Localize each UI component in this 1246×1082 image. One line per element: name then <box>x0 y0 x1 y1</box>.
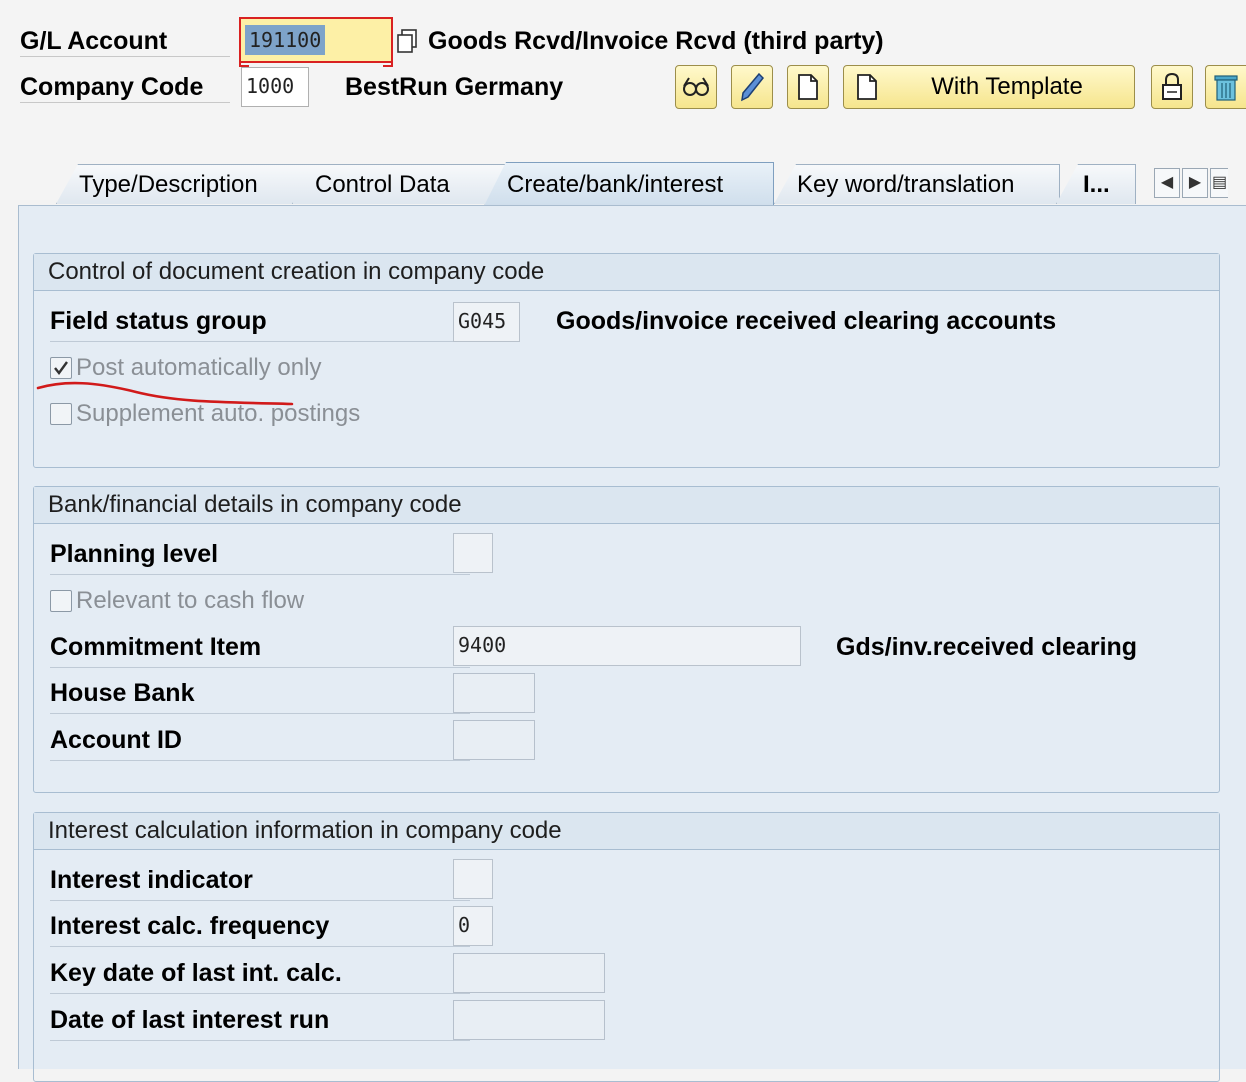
company-code-label: Company Code <box>20 72 230 103</box>
house-bank-input[interactable] <box>453 673 535 713</box>
house-bank-label: House Bank <box>50 673 470 714</box>
group-interest-calculation: Interest calculation information in comp… <box>33 812 1220 1082</box>
account-id-label: Account ID <box>50 720 470 761</box>
field-status-group-label: Field status group <box>50 301 470 342</box>
key-date-label: Key date of last int. calc. <box>50 953 470 994</box>
create-icon <box>798 74 818 100</box>
with-template-label: With Template <box>931 73 1083 100</box>
focus-bracket-right <box>383 17 393 67</box>
last-run-label: Date of last interest run <box>50 1000 470 1041</box>
tab-control-data[interactable]: Control Data <box>292 164 510 204</box>
tab-list-icon: ▤ <box>1211 174 1228 191</box>
lock-icon <box>1162 72 1182 100</box>
commitment-item-input[interactable]: 9400 <box>453 626 801 666</box>
tab-key-word-translation[interactable]: Key word/translation <box>774 164 1060 204</box>
tab-more[interactable]: I... <box>1056 164 1136 204</box>
commitment-item-label: Commitment Item <box>50 627 470 668</box>
post-automatically-label: Post automatically only <box>76 354 322 381</box>
chevron-left-icon: ◀ <box>1160 174 1174 191</box>
commitment-item-description: Gds/inv.received clearing <box>836 633 1138 661</box>
group-title: Interest calculation information in comp… <box>34 813 1219 850</box>
tab-label: Control Data <box>315 171 450 198</box>
group-title: Bank/financial details in company code <box>34 487 1219 524</box>
tab-label: Type/Description <box>79 171 258 198</box>
tab-content-panel: Control of document creation in company … <box>18 205 1246 1082</box>
post-automatically-checkbox[interactable] <box>50 357 72 379</box>
account-id-input[interactable] <box>453 720 535 760</box>
tab-list-button[interactable]: ▤ <box>1210 168 1228 198</box>
edit-icon <box>741 72 765 102</box>
interest-indicator-label: Interest indicator <box>50 860 470 901</box>
cash-flow-label: Relevant to cash flow <box>76 587 305 614</box>
delete-icon <box>1214 75 1238 101</box>
tab-label: Key word/translation <box>797 171 1015 198</box>
tab-scroll-left-button[interactable]: ◀ <box>1154 168 1180 198</box>
interest-indicator-input[interactable] <box>453 859 493 899</box>
checkmark-icon <box>54 361 68 375</box>
planning-level-input[interactable] <box>453 533 493 573</box>
tab-strip: Type/Description Control Data Create/ban… <box>18 160 1246 206</box>
gl-account-input[interactable]: 191100 <box>239 17 393 67</box>
company-name: BestRun Germany <box>345 73 564 101</box>
tab-label: I... <box>1083 171 1110 198</box>
field-status-group-input[interactable]: G045 <box>453 302 520 342</box>
create-template-icon <box>857 74 877 100</box>
red-underline-annotation <box>36 381 294 406</box>
calc-frequency-input[interactable]: 0 <box>453 906 493 946</box>
tab-create-bank-interest[interactable]: Create/bank/interest <box>484 162 774 206</box>
gl-account-value: 191100 <box>245 25 326 55</box>
display-change-button[interactable] <box>675 65 717 109</box>
calc-frequency-label: Interest calc. frequency <box>50 906 470 947</box>
lock-button[interactable] <box>1151 65 1193 109</box>
group-document-creation: Control of document creation in company … <box>33 253 1220 468</box>
gl-account-description: Goods Rcvd/Invoice Rcvd (third party) <box>428 27 884 55</box>
create-button[interactable] <box>787 65 829 109</box>
group-bank-financial: Bank/financial details in company code P… <box>33 486 1220 793</box>
company-code-input[interactable]: 1000 <box>241 67 309 107</box>
cash-flow-row: Relevant to cash flow <box>50 584 304 618</box>
tab-label: Create/bank/interest <box>507 171 724 198</box>
tab-scroll-right-button[interactable]: ▶ <box>1182 168 1208 198</box>
field-status-group-description: Goods/invoice received clearing accounts <box>556 307 1057 335</box>
cash-flow-checkbox[interactable] <box>50 590 72 612</box>
gl-account-label: G/L Account <box>20 26 230 57</box>
display-change-icon <box>683 77 709 96</box>
group-title: Control of document creation in company … <box>34 254 1219 291</box>
delete-button[interactable] <box>1205 65 1246 109</box>
tab-type-description[interactable]: Type/Description <box>56 164 316 204</box>
chevron-right-icon: ▶ <box>1188 174 1202 191</box>
with-template-button[interactable]: With Template <box>843 65 1135 109</box>
copy-icon[interactable] <box>396 28 418 54</box>
key-date-input[interactable] <box>453 953 605 993</box>
last-run-input[interactable] <box>453 1000 605 1040</box>
planning-level-label: Planning level <box>50 534 470 575</box>
edit-button[interactable] <box>731 65 773 109</box>
